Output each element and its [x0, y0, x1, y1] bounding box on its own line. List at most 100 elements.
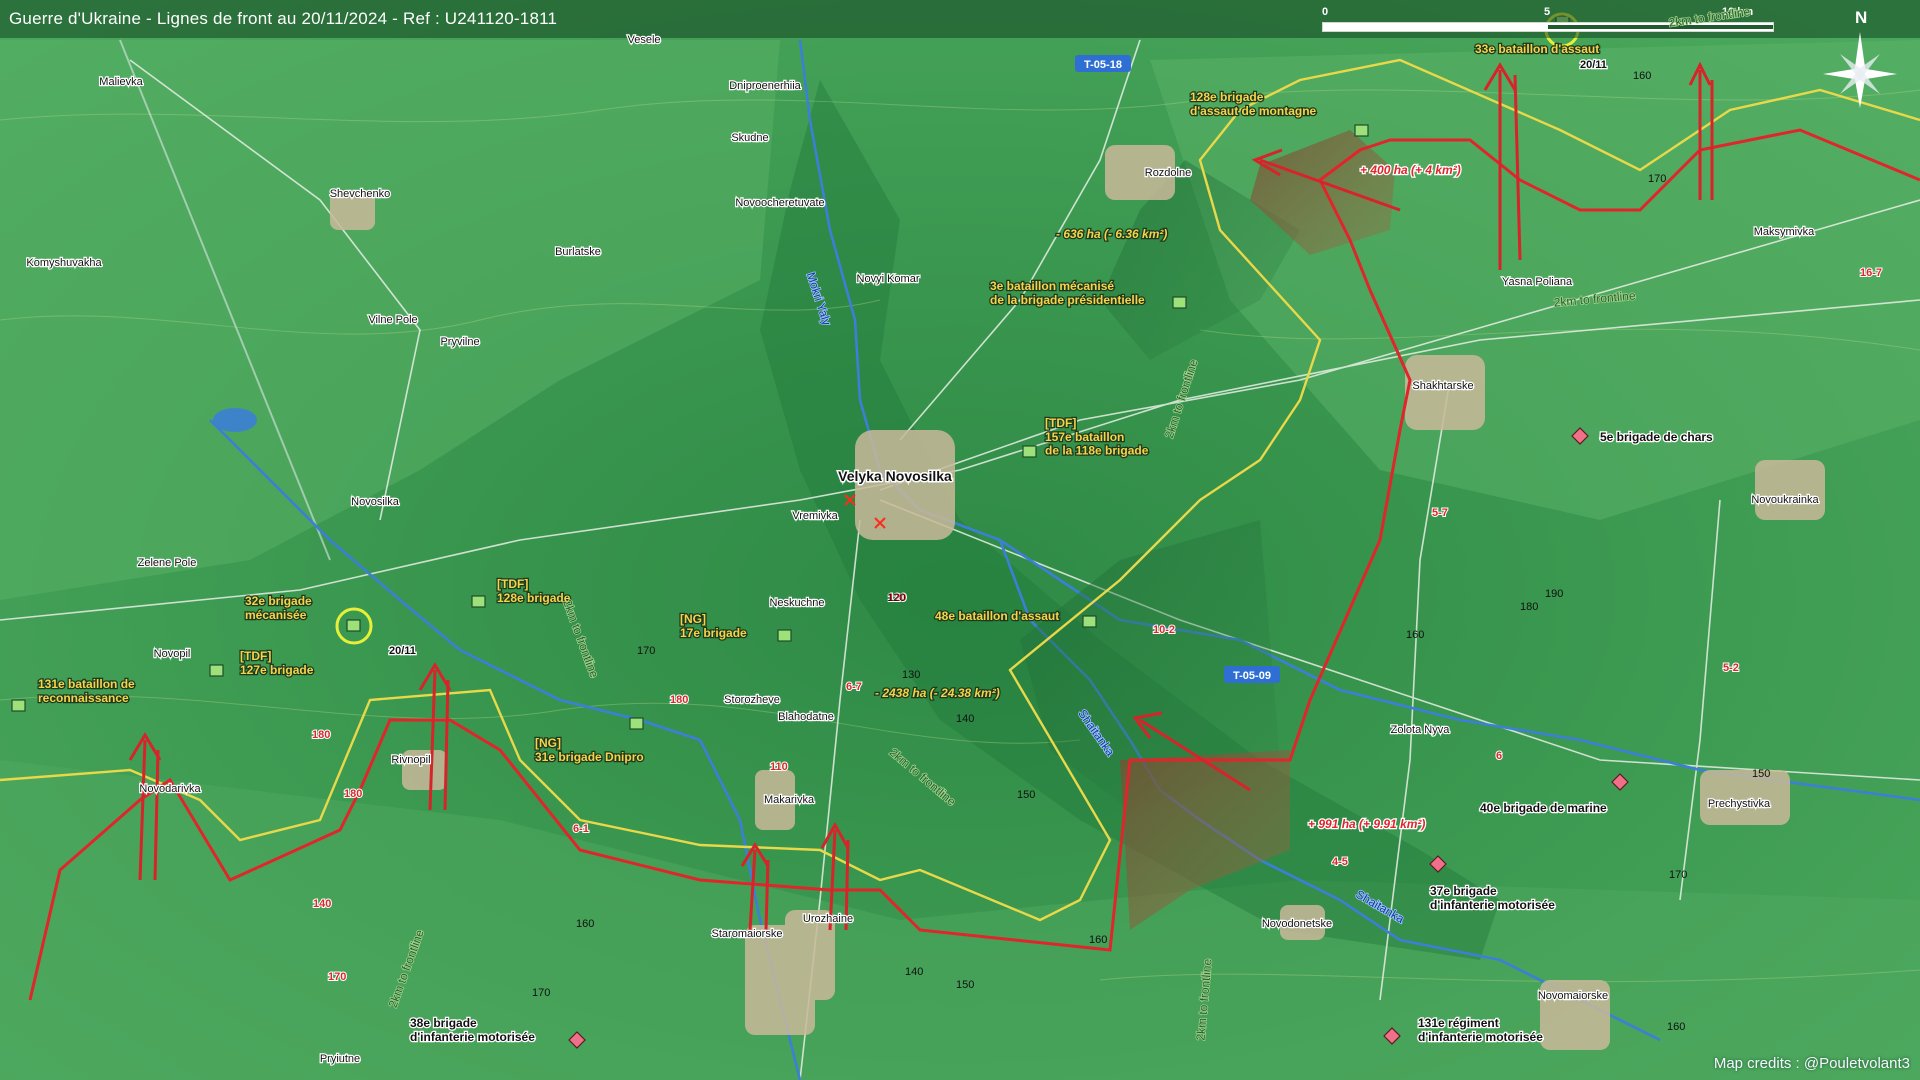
place-label: Vilne Pole [368, 314, 417, 326]
place-label: Staromaiorske [712, 928, 783, 940]
unit-label: 38e brigade d'infanterie motorisée [410, 1016, 535, 1044]
unit-label: 3e bataillon mécanisé de la brigade prési… [990, 279, 1145, 307]
road-number: 10-2 [1153, 624, 1175, 636]
area-change-label: - 2438 ha (- 24.38 km²) [875, 686, 1000, 700]
road-number: 4-5 [1332, 856, 1348, 868]
elevation-label: 140 [905, 966, 923, 978]
elevation-label: 160 [1667, 1021, 1685, 1033]
road-number: 140 [313, 898, 331, 910]
unit-label: 33e bataillon d'assaut [1475, 42, 1599, 56]
place-label: Prechystivka [1708, 798, 1771, 810]
road-number: 170 [328, 971, 346, 983]
place-label: Novopil [154, 648, 191, 660]
unit-label: 48e bataillon d'assaut [935, 609, 1059, 623]
river-label: Mokri Yaly [804, 270, 834, 327]
frontline-distance-label: 2km to frontline [1553, 288, 1636, 309]
road-number: 6 [1496, 750, 1502, 762]
place-label: Storozheve [724, 694, 780, 706]
frontline-distance-label: 2km to frontline [887, 745, 959, 809]
place-label: Velyka Novosilka [838, 468, 952, 484]
place-label: Skudne [731, 132, 768, 144]
place-label: Shakhtarske [1412, 380, 1473, 392]
label-layer: Malievka Veselе Dniproenerhiia Skudne Shevch… [25, 4, 1883, 1067]
road-number: 180 [670, 694, 688, 706]
place-label: Malievka [99, 76, 143, 88]
place-label: Komyshuvakha [26, 257, 102, 269]
frontline-distance-label: 2km to frontline [386, 927, 427, 1009]
river-label: Shaitanka [1353, 887, 1407, 926]
place-label: Pryvilne [440, 336, 479, 348]
area-change-label: - 636 ha (- 6.36 km²) [1056, 227, 1167, 241]
place-label: Vremivka [792, 510, 838, 522]
place-label: Yasna Poliana [1502, 276, 1573, 288]
unit-label: 32e brigade mécanisée [245, 594, 312, 622]
unit-label: 128e brigade d'assaut de montagne [1190, 90, 1317, 118]
elevation-label: 160 [1633, 70, 1651, 82]
road-number: 180 [344, 788, 362, 800]
frontline-distance-label: 2km to frontline [1162, 357, 1201, 440]
elevation-label: 150 [956, 979, 974, 991]
place-label: Neskuchne [769, 597, 824, 609]
place-label: Blahodatne [778, 711, 834, 723]
place-label: Pryiutne [320, 1053, 360, 1065]
elevation-label: 160 [576, 918, 594, 930]
elevation-label: 180 [1520, 601, 1538, 613]
place-label: Novoocheretuvate [735, 197, 824, 209]
unit-label: [TDF] 128e brigade [497, 577, 571, 605]
place-label: Shevchenko [330, 188, 391, 200]
unit-label: 5e brigade de chars [1600, 430, 1713, 444]
elevation-label: 130 [902, 669, 920, 681]
place-label: Veselе [627, 34, 660, 46]
road-number: 180 [312, 729, 330, 741]
place-label: Burlatske [555, 246, 601, 258]
road-number: 5-7 [1432, 507, 1448, 519]
unit-label: [TDF] 127e brigade [240, 649, 314, 677]
road-number: 5-2 [1723, 662, 1739, 674]
area-change-label: + 991 ha (+ 9.91 km²) [1308, 817, 1425, 831]
elevation-label: 150 [1017, 789, 1035, 801]
elevation-label: 170 [1648, 173, 1666, 185]
place-label: Rozdolne [1145, 167, 1191, 179]
unit-label: [TDF] 157e bataillon de la 118e brigade [1045, 416, 1149, 458]
place-label: Novodonetske [1262, 918, 1332, 930]
place-label: Novosilka [351, 496, 400, 508]
unit-label: 131e régiment d'infanterie motorisée [1418, 1016, 1543, 1044]
place-label: Novoukrainka [1751, 494, 1819, 506]
road-number: 16-7 [1860, 267, 1882, 279]
place-label: Makarivka [764, 794, 815, 806]
place-label: Zelene Pole [138, 557, 197, 569]
elevation-label: 160 [1406, 629, 1424, 641]
place-label: Novodarivka [139, 783, 201, 795]
area-change-label: + 400 ha (+ 4 km²) [1360, 163, 1461, 177]
elevation-label: 150 [1752, 768, 1770, 780]
road-badge-label: T-05-18 [1084, 59, 1122, 71]
frontline-distance-label: 2km to frontline [1193, 958, 1214, 1041]
place-label: Dniproenerhiia [729, 80, 801, 92]
date-label: 20/11 [389, 645, 416, 657]
unit-label: 40e brigade de marine [1480, 801, 1607, 815]
unit-label: [NG] 17e brigade [680, 612, 747, 640]
unit-label: [NG] 31e brigade Dnipro [535, 736, 644, 764]
place-label: Novyi Komar [857, 273, 920, 285]
elevation-label: 160 [1089, 934, 1107, 946]
elevation-label: 190 [1545, 588, 1563, 600]
date-label: 20/11 [1580, 59, 1607, 71]
road-badge-label: T-05-09 [1233, 670, 1271, 682]
elevation-label: 120 [887, 592, 905, 604]
unit-label: 131e bataillon de reconnaissance [38, 677, 135, 705]
unit-label: 37e brigade d'infanterie motorisée [1430, 884, 1555, 912]
river-label: Shaitanka [1075, 707, 1117, 759]
road-number: 6-7 [846, 681, 862, 693]
frontline-distance-label: 2km to frontline [1668, 4, 1752, 29]
frontline-distance-label: 2km to frontline [560, 598, 601, 680]
place-label: Novomaiorske [1538, 990, 1608, 1002]
place-label: Urozhaine [803, 913, 853, 925]
place-label: Rivnopil [391, 754, 430, 766]
map-stage: Guerre d'Ukraine - Lignes de front au 20… [0, 0, 1920, 1080]
elevation-label: 170 [637, 645, 655, 657]
road-number: 6-1 [573, 823, 589, 835]
road-number: 110 [770, 761, 788, 773]
place-label: Zolota Nyva [1391, 724, 1451, 736]
elevation-label: 140 [956, 713, 974, 725]
place-label: Maksymivka [1754, 226, 1815, 238]
